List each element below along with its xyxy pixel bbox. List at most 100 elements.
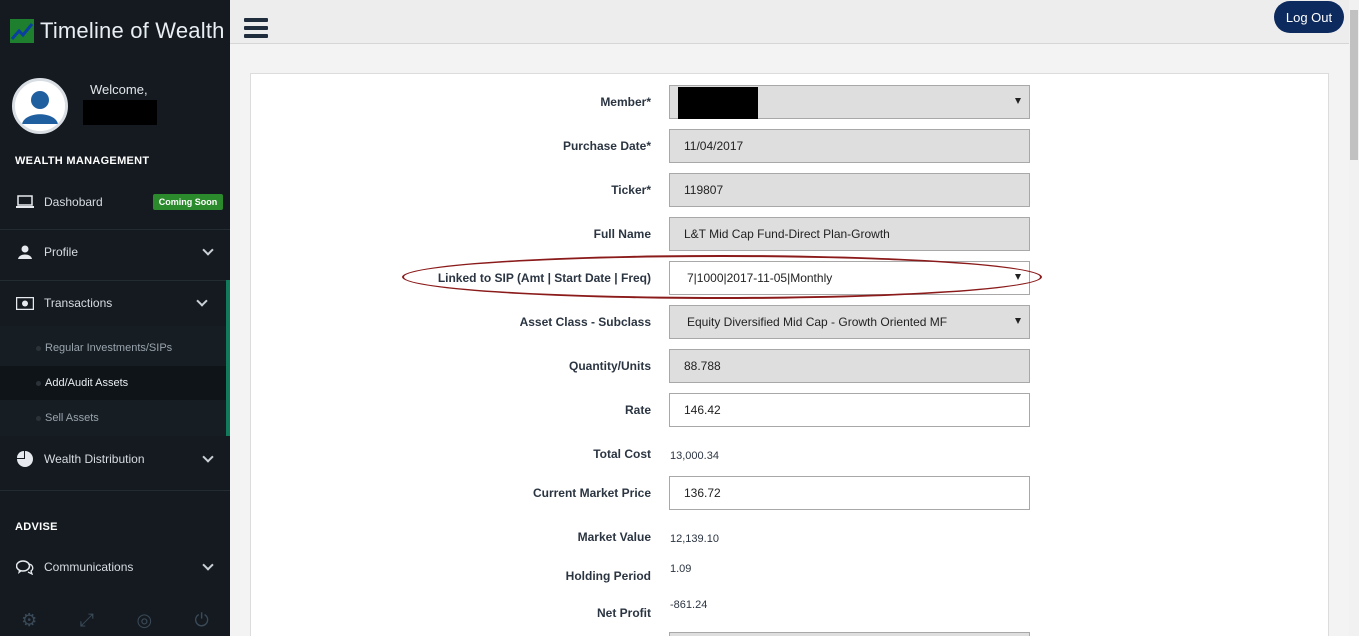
sidebar-item-label: Communications [44,560,134,574]
form-row-net-profit: Net Profit -861.24 [251,596,1330,630]
asset-class-select[interactable]: Equity Diversified Mid Cap - Growth Orie… [669,305,1030,339]
total-cost-label: Total Cost [593,447,651,461]
market-value-value: 12,139.10 [670,533,719,545]
asset-form-panel: Member* Purchase Date* 11/04/2017 Ticker… [250,73,1329,636]
section-wealth-management: WEALTH MANAGEMENT [15,155,150,167]
total-cost-value: 13,000.34 [670,450,719,462]
submenu-item-add-audit-assets[interactable]: Add/Audit Assets [0,366,226,400]
user-name-redacted [83,100,157,125]
topbar: Log Out [230,0,1349,44]
welcome-text: Welcome, [90,82,148,97]
form-row-purchase-date: Purchase Date* 11/04/2017 [251,129,1330,163]
linked-sip-label: Linked to SIP (Amt | Start Date | Freq) [437,271,651,285]
form-row-asset-class: Asset Class - Subclass Equity Diversifie… [251,305,1330,339]
cmp-input[interactable]: 136.72 [669,476,1030,510]
cmp-label: Current Market Price [532,486,651,500]
submenu-item-label: Sell Assets [45,412,99,424]
laptop-icon [15,194,35,210]
bullet-icon [36,380,41,386]
purchase-date-field[interactable]: 11/04/2017 [669,129,1030,163]
submenu-item-label: Add/Audit Assets [45,377,129,389]
sidebar-item-label: Wealth Distribution [44,452,145,466]
logout-button[interactable]: Log Out [1274,1,1344,33]
holding-period-value: 1.09 [670,563,692,575]
sidebar-item-label: Dashobard [44,195,103,209]
next-field-partial[interactable] [669,632,1030,636]
fullscreen-icon[interactable]: ⤢ [80,610,94,631]
form-row-full-name: Full Name L&T Mid Cap Fund-Direct Plan-G… [251,217,1330,251]
full-name-field[interactable]: L&T Mid Cap Fund-Direct Plan-Growth [669,217,1030,251]
ticker-label: Ticker* [611,183,651,197]
form-row-cmp: Current Market Price 136.72 [251,476,1330,510]
member-value-redacted [678,87,758,119]
chevron-down-icon [196,295,208,307]
chat-icon [15,559,35,575]
bullet-icon [36,415,41,421]
chevron-down-icon [202,244,214,256]
coming-soon-badge: Coming Soon [152,194,224,210]
sidebar-item-transactions[interactable]: Transactions [0,287,230,319]
power-icon[interactable]: ⏻ [195,610,209,631]
form-row-total-cost: Total Cost 13,000.34 [251,437,1330,471]
page-scrollbar[interactable] [1349,0,1359,636]
active-accent-bar [226,280,230,436]
linked-sip-select[interactable]: 7|1000|2017-11-05|Monthly [669,261,1030,295]
pie-chart-icon [15,451,35,467]
sidebar: Timeline of Wealth Welcome, WEALTH MANAG… [0,0,230,636]
sidebar-item-communications[interactable]: Communications [0,551,230,583]
quantity-label: Quantity/Units [568,359,651,373]
person-icon [15,244,35,260]
chevron-down-icon [202,559,214,571]
caret-down-icon [1015,98,1021,104]
form-row-quantity: Quantity/Units 88.788 [251,349,1330,383]
market-value-label: Market Value [577,530,651,544]
full-name-label: Full Name [593,227,651,241]
asset-class-value: Equity Diversified Mid Cap - Growth Orie… [687,315,948,329]
divider [0,280,230,281]
ticker-field[interactable]: 119807 [669,173,1030,207]
form-row-member: Member* [251,85,1330,119]
gear-icon[interactable]: ⚙ [21,610,37,631]
divider [0,229,230,230]
net-profit-value: -861.24 [670,599,708,611]
submenu-item-sell-assets[interactable]: Sell Assets [0,401,226,435]
sidebar-item-label: Transactions [44,296,113,310]
sidebar-item-profile[interactable]: Profile [0,236,230,268]
form-row-ticker: Ticker* 119807 [251,173,1330,207]
form-row-market-value: Market Value 12,139.10 [251,520,1330,554]
sidebar-item-wealth-distribution[interactable]: Wealth Distribution [0,443,230,475]
scrollbar-thumb[interactable] [1350,10,1358,160]
form-row-linked-sip: Linked to SIP (Amt | Start Date | Freq) … [251,261,1330,295]
brand[interactable]: Timeline of Wealth [10,14,225,48]
rate-label: Rate [624,403,651,417]
caret-down-icon [1015,318,1021,324]
member-label: Member* [600,95,651,109]
asset-class-label: Asset Class - Subclass [519,315,651,329]
bullet-icon [36,345,41,351]
avatar [12,78,68,134]
money-icon [15,295,35,311]
rate-input[interactable]: 146.42 [669,393,1030,427]
divider [0,490,230,491]
form-row-rate: Rate 146.42 [251,393,1330,427]
chevron-down-icon [202,451,214,463]
submenu-item-regular-investments[interactable]: Regular Investments/SIPs [0,331,226,365]
linked-sip-value: 7|1000|2017-11-05|Monthly [687,271,833,285]
holding-period-label: Holding Period [565,569,651,583]
eye-slash-icon[interactable]: ◎ [136,610,152,631]
menu-toggle-icon[interactable] [244,18,268,38]
quantity-field[interactable]: 88.788 [669,349,1030,383]
sidebar-footer: ⚙ ⤢ ◎ ⏻ [0,604,230,636]
sidebar-item-dashboard[interactable]: Dashobard Coming Soon [0,186,230,218]
caret-down-icon [1015,274,1021,280]
submenu-item-label: Regular Investments/SIPs [45,342,173,354]
member-select[interactable] [669,85,1030,119]
form-row-holding-period: Holding Period 1.09 [251,559,1330,593]
net-profit-label: Net Profit [597,606,651,620]
app-title: Timeline of Wealth [40,18,225,43]
chart-logo-icon [10,19,34,43]
purchase-date-label: Purchase Date* [562,139,651,153]
user-icon [15,81,65,131]
sidebar-item-label: Profile [44,245,79,259]
section-advise: ADVISE [15,521,58,533]
